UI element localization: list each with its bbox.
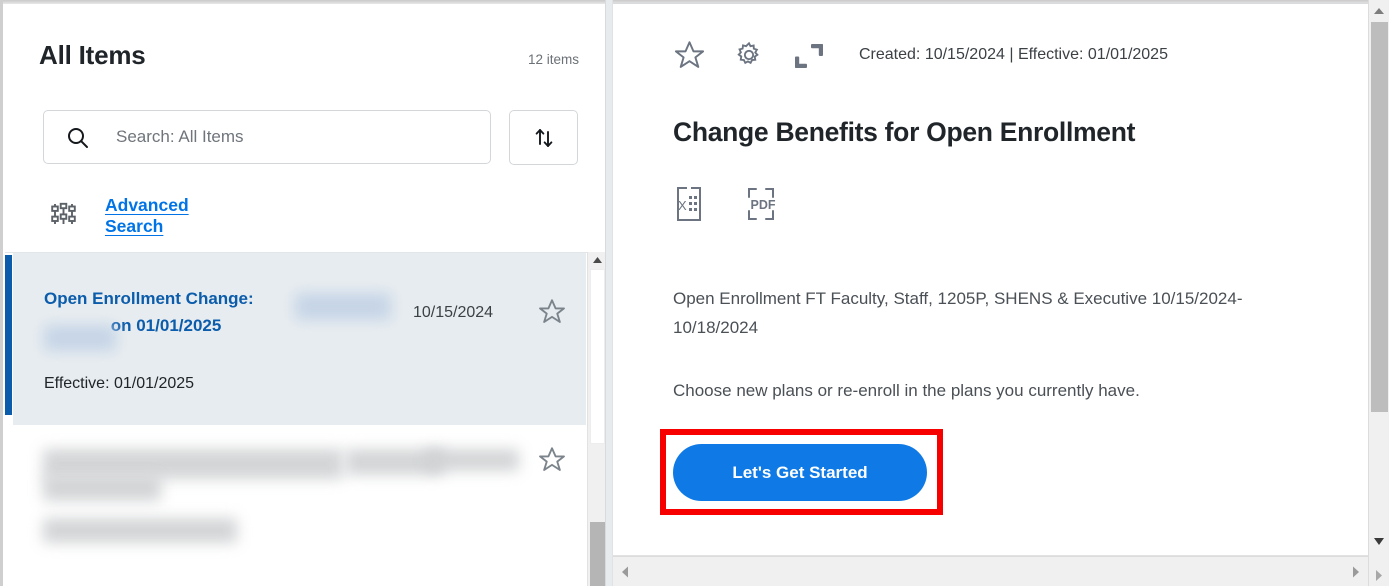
detail-title: Change Benefits for Open Enrollment	[673, 117, 1136, 147]
selected-indicator-bar	[5, 255, 12, 415]
sort-button[interactable]	[509, 110, 578, 165]
detail-description-secondary: Choose new plans or re-enroll in the pla…	[673, 381, 1140, 400]
list-item-title-text-2: on 01/01/2025	[110, 316, 222, 335]
detail-meta-text: Created: 10/15/2024 | Effective: 01/01/2…	[859, 46, 1168, 63]
scroll-up-arrow-icon[interactable]	[1369, 2, 1389, 20]
filter-sliders-icon	[50, 200, 78, 228]
sidebar-header: All Items 12 items Search: All Items Adv…	[5, 4, 606, 244]
gear-icon[interactable]	[733, 39, 765, 71]
svg-text:PDF: PDF	[751, 198, 776, 212]
redacted-effective-block	[43, 518, 237, 543]
detail-description-primary: Open Enrollment FT Faculty, Staff, 1205P…	[673, 289, 1243, 337]
pdf-export-icon[interactable]: PDF	[744, 184, 782, 224]
list-item-title-text: Open Enrollment Change:	[44, 289, 254, 308]
scroll-up-arrow-icon[interactable]	[588, 252, 606, 269]
page-title: All Items	[39, 40, 146, 70]
expand-maximize-icon[interactable]	[793, 41, 825, 71]
lets-get-started-button[interactable]: Let's Get Started	[673, 444, 927, 501]
redacted-name-block-2	[44, 325, 116, 351]
scroll-down-arrow-icon[interactable]	[1369, 532, 1389, 550]
redacted-name-block-1	[295, 293, 391, 320]
items-sidebar: All Items 12 items Search: All Items Adv…	[5, 4, 606, 586]
list-item-effective-date: Effective: 01/01/2025	[44, 375, 195, 392]
item-count-label: 12 items	[527, 52, 579, 67]
search-icon	[66, 126, 90, 150]
star-outline-icon[interactable]	[537, 297, 567, 327]
list-item[interactable]	[13, 425, 586, 575]
list-item[interactable]: Open Enrollment Change: on 01/01/2025 10…	[5, 253, 586, 425]
sidebar-vertical-scrollbar[interactable]	[587, 252, 606, 586]
scroll-right-arrow-icon[interactable]	[1346, 563, 1364, 581]
sort-arrows-icon	[531, 125, 557, 151]
star-outline-icon[interactable]	[673, 39, 706, 72]
list-item-date: 10/15/2024	[413, 304, 494, 321]
window-vertical-scrollbar[interactable]	[1368, 0, 1389, 586]
redacted-title-block-3	[43, 475, 161, 501]
detail-panel: Created: 10/15/2024 | Effective: 01/01/2…	[613, 4, 1368, 556]
star-outline-icon[interactable]	[537, 445, 567, 475]
sidebar-scroll-thumb-top[interactable]	[590, 269, 605, 444]
excel-export-icon[interactable]: X	[673, 184, 709, 224]
app-window: All Items 12 items Search: All Items Adv…	[0, 0, 1389, 586]
items-list-inner: Open Enrollment Change: on 01/01/2025 10…	[5, 253, 587, 575]
sidebar-scroll-thumb[interactable]	[590, 522, 605, 586]
window-scroll-thumb[interactable]	[1371, 22, 1388, 412]
redacted-date-block	[425, 449, 519, 471]
svg-text:X: X	[678, 198, 687, 213]
detail-horizontal-scrollbar[interactable]	[613, 556, 1368, 586]
scroll-left-arrow-icon[interactable]	[617, 563, 635, 581]
advanced-search-label[interactable]: Advanced Search	[105, 195, 189, 237]
search-placeholder-text: Search: All Items	[116, 127, 244, 146]
scrollbar-corner	[1369, 556, 1389, 586]
search-input[interactable]: Search: All Items	[43, 110, 491, 164]
items-list: Open Enrollment Change: on 01/01/2025 10…	[5, 252, 606, 586]
